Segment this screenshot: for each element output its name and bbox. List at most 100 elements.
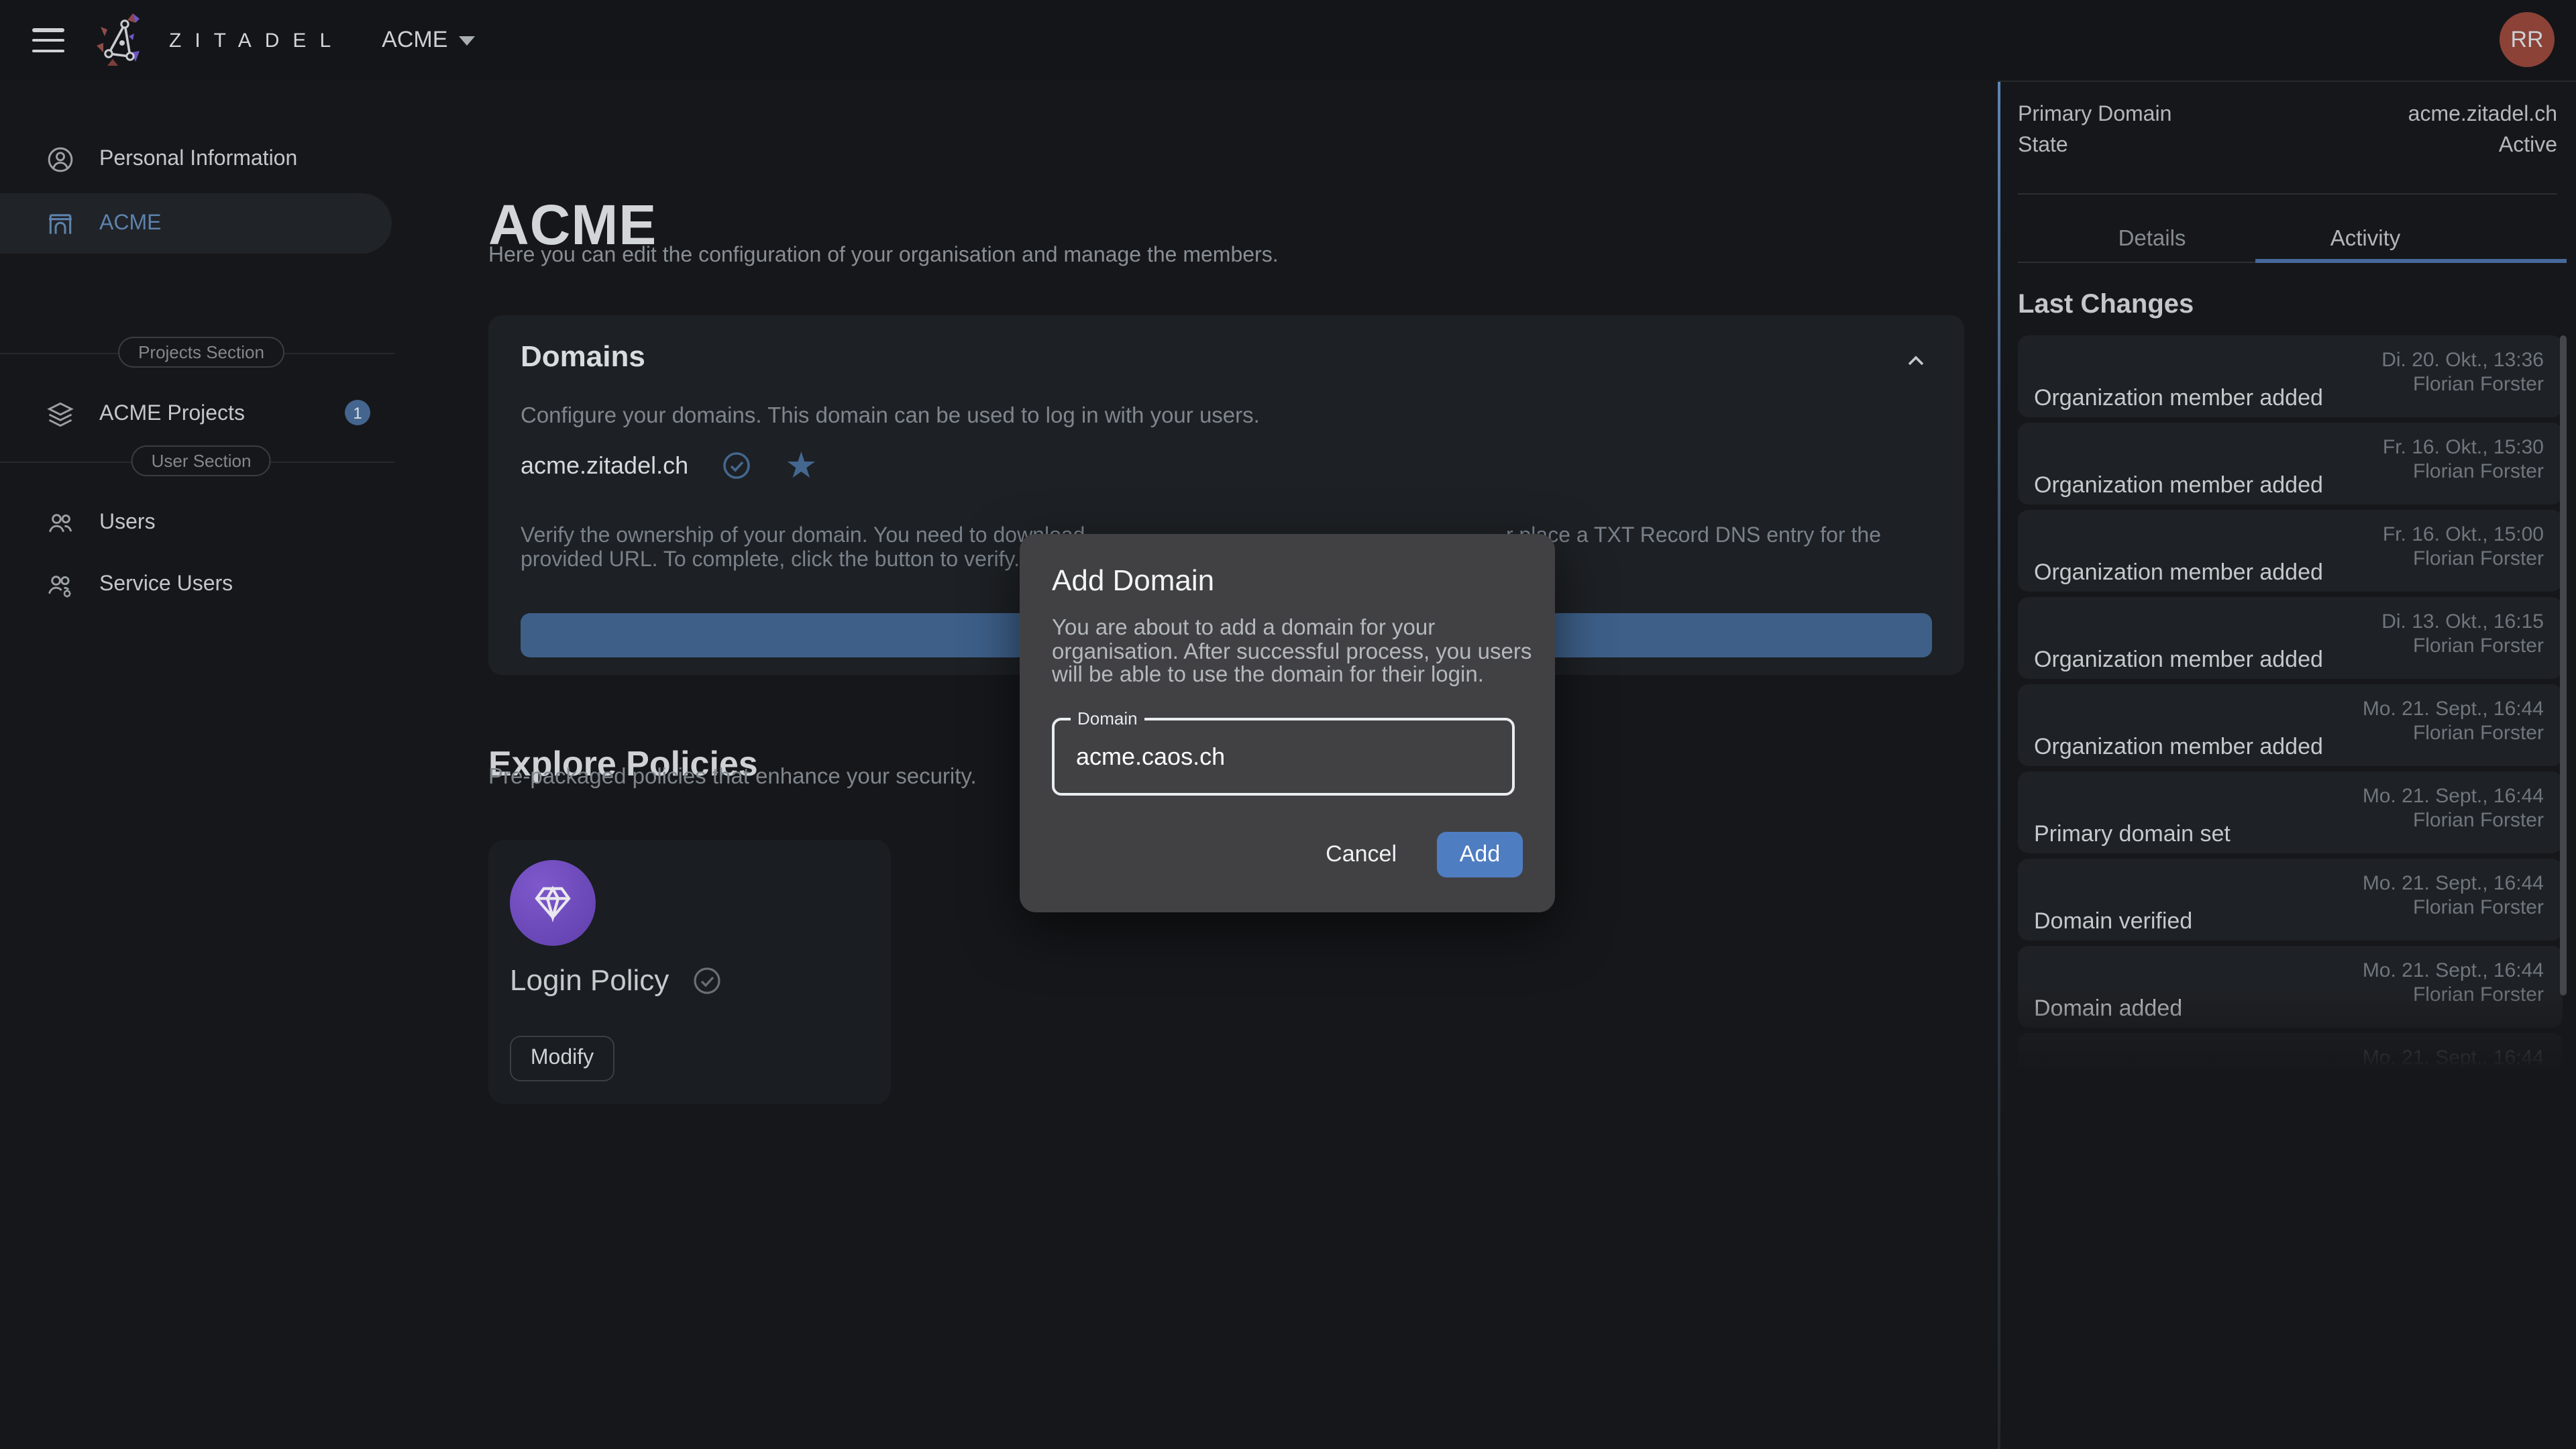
entry-date: Di. 20. Okt., 13:36 [2381,349,2544,372]
projects-section-label: Projects Section [118,337,284,368]
entry-title: Domain verified [2034,908,2192,935]
sidebar-item-label: ACME Projects [99,402,245,427]
org-switcher-label: ACME [382,27,447,54]
add-domain-dialog: Add Domain You are about to add a domain… [1020,534,1555,912]
policy-title: Login Policy [510,963,669,998]
explore-policies-subtitle: Pre-packaged policies that enhance your … [488,765,977,790]
entry-date: Di. 13. Okt., 16:15 [2381,610,2544,633]
activity-entry[interactable]: Mo. 21. Sept., 16:44 Florian Forster Dom… [2018,859,2563,941]
entry-author: Florian Forster [2413,896,2544,919]
sidebar-item-label: Service Users [99,573,233,597]
verify-instructions-left: Verify the ownership of your domain. You… [521,525,1085,549]
active-tab-indicator [2255,259,2567,263]
verify-instructions-right: r place a TXT Record DNS entry for the [1506,525,1881,549]
verify-instructions-line2: provided URL. To complete, click the but… [521,549,1020,573]
entry-author: Florian Forster [2413,460,2544,483]
layers-icon [46,400,75,429]
domain-input[interactable] [1055,720,1512,793]
entry-date: Mo. 21. Sept., 16:44 [2363,785,2544,808]
top-bar: ZITADEL ACME RR [0,0,2576,80]
user-section-label: User Section [131,445,272,476]
activity-list: Di. 20. Okt., 13:36 Florian Forster Orga… [2018,335,2563,1085]
entry-title: Domain added [2034,996,2182,1022]
activity-entry[interactable]: Fr. 16. Okt., 15:30 Florian Forster Orga… [2018,423,2563,504]
sidebar: Personal Information ACME Projects Secti… [0,80,402,1449]
org-detail-panel: Primary Domain acme.zitadel.ch State Act… [1998,80,2576,1449]
modify-policy-button[interactable]: Modify [510,1036,614,1081]
activity-entry[interactable]: Mo. 21. Sept., 16:44 Florian Forster Org… [2018,684,2563,766]
primary-domain-value: acme.zitadel.ch [2408,103,2557,127]
service-users-icon [46,570,75,600]
users-icon [46,508,75,538]
entry-date: Mo. 21. Sept., 16:44 [2363,959,2544,982]
sidebar-item-label: Personal Information [99,148,297,172]
org-switcher[interactable]: ACME [382,27,474,54]
chevron-down-icon [458,36,474,45]
entry-title: Organization member added [2034,559,2323,586]
sidebar-item-service-users[interactable]: Service Users [0,557,402,613]
sidebar-item-projects[interactable]: ACME Projects 1 [0,386,402,443]
activity-entry[interactable]: Di. 20. Okt., 13:36 Florian Forster Orga… [2018,335,2563,417]
entry-author: Florian Forster [2413,809,2544,832]
cancel-button[interactable]: Cancel [1323,836,1399,873]
domains-card-title: Domains [521,339,645,374]
dialog-body: You are about to add a domain for your o… [1052,617,1535,688]
entry-author: Florian Forster [2413,983,2544,1006]
chevron-up-icon[interactable] [1902,347,1929,374]
sidebar-item-users[interactable]: Users [0,495,402,551]
person-circle-icon [46,145,75,174]
policy-icon-circle [510,860,596,946]
brand-wordmark: ZITADEL [169,29,344,52]
entry-title: Organization member added [2034,647,2323,674]
activity-entry[interactable]: Mo. 21. Sept., 16:44 [2018,1033,2563,1085]
state-row: State Active [2018,134,2557,158]
entry-date: Mo. 21. Sept., 16:44 [2363,872,2544,895]
domain-name: acme.zitadel.ch [521,451,688,480]
last-changes-title: Last Changes [2018,290,2194,321]
projects-count-badge: 1 [345,400,370,425]
scrollbar[interactable] [2560,335,2567,996]
entry-date: Mo. 21. Sept., 16:44 [2363,1046,2544,1069]
primary-domain-row: Primary Domain acme.zitadel.ch [2018,103,2557,127]
entry-date: Mo. 21. Sept., 16:44 [2363,698,2544,720]
domain-field: Domain [1052,718,1515,796]
activity-entry[interactable]: Fr. 16. Okt., 15:00 Florian Forster Orga… [2018,510,2563,592]
app-window: ZITADEL ACME RR Personal Information ACM… [0,0,2576,1449]
tab-activity[interactable]: Activity [2330,227,2401,252]
entry-title: Organization member added [2034,385,2323,412]
entry-title: Organization member added [2034,734,2323,761]
entry-title: Primary domain set [2034,821,2231,848]
projects-section-divider: Projects Section [0,337,402,369]
primary-domain-star-icon[interactable]: ★ [785,449,817,482]
primary-domain-label: Primary Domain [2018,103,2171,127]
page-subtitle: Here you can edit the configuration of y… [488,244,1279,268]
entry-author: Florian Forster [2413,722,2544,745]
activity-entry[interactable]: Mo. 21. Sept., 16:44 Florian Forster Dom… [2018,946,2563,1028]
activity-entry[interactable]: Di. 13. Okt., 16:15 Florian Forster Orga… [2018,597,2563,679]
entry-date: Fr. 16. Okt., 15:00 [2383,523,2544,546]
gem-icon [531,881,574,924]
activity-entry[interactable]: Mo. 21. Sept., 16:44 Florian Forster Pri… [2018,771,2563,853]
policy-check-icon [690,965,722,997]
zitadel-logo-icon [91,8,156,72]
entry-title: Organization member added [2034,472,2323,499]
dialog-title: Add Domain [1052,564,1214,598]
entry-date: Fr. 16. Okt., 15:30 [2383,436,2544,459]
sidebar-item-personal-information[interactable]: Personal Information [0,131,402,188]
domains-description: Configure your domains. This domain can … [521,404,1260,429]
add-button[interactable]: Add [1437,832,1523,877]
user-section-divider: User Section [0,445,402,478]
verified-check-icon [720,449,753,482]
sidebar-item-label: Users [99,511,156,535]
entry-author: Florian Forster [2413,635,2544,657]
domain-row: acme.zitadel.ch ★ [521,449,818,482]
state-value: Active [2499,134,2557,158]
menu-icon[interactable] [32,28,64,52]
entry-author: Florian Forster [2413,373,2544,396]
login-policy-card[interactable]: Login Policy Modify [488,840,891,1104]
state-label: State [2018,134,2068,158]
entry-author: Florian Forster [2413,547,2544,570]
avatar[interactable]: RR [2500,12,2555,67]
sidebar-item-org[interactable]: ACME [0,193,392,254]
tab-details[interactable]: Details [2118,227,2186,252]
